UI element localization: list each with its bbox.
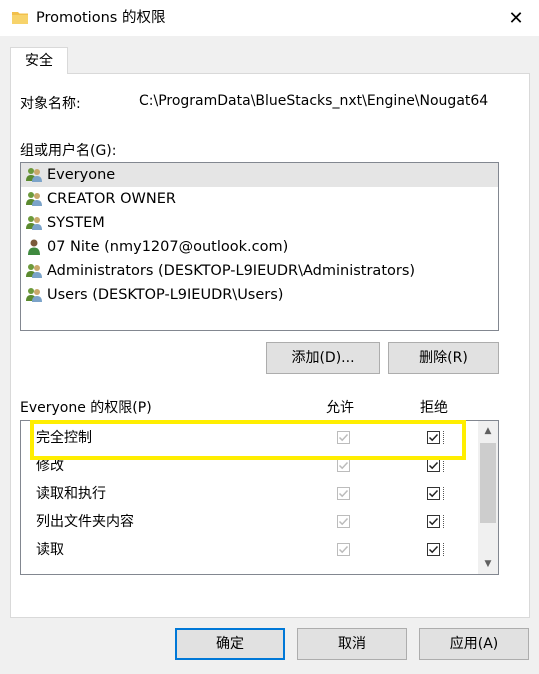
scroll-up-icon[interactable]: ▲ (478, 421, 498, 441)
group-icon (25, 214, 43, 232)
focus-dotted-edge (443, 431, 447, 444)
allow-checkbox (337, 515, 350, 528)
focus-dotted-edge (443, 487, 447, 500)
title-bar: Promotions 的权限 ✕ (0, 0, 539, 36)
list-item[interactable]: Administrators (DESKTOP-L9IEUDR\Administ… (21, 259, 498, 283)
permission-row: 读取和执行 (21, 479, 479, 507)
allow-checkbox (337, 459, 350, 472)
user-icon (25, 238, 43, 256)
list-item-label: CREATOR OWNER (47, 191, 176, 207)
allow-checkbox (337, 543, 350, 556)
deny-checkbox[interactable] (427, 459, 440, 472)
list-item[interactable]: Everyone (21, 163, 498, 187)
group-user-list[interactable]: Everyone CREATOR OWNER SYSTEM 07 Nite (nmy1… (20, 162, 499, 331)
list-item-label: SYSTEM (47, 215, 105, 231)
window-title: Promotions 的权限 (36, 10, 166, 26)
close-button[interactable]: ✕ (493, 0, 539, 36)
permission-name: 列出文件夹内容 (36, 514, 134, 530)
deny-checkbox[interactable] (427, 431, 440, 444)
permission-row: 修改 (21, 451, 479, 479)
allow-checkbox (337, 487, 350, 500)
cancel-button[interactable]: 取消 (297, 628, 407, 660)
list-item[interactable]: 07 Nite (nmy1207@outlook.com) (21, 235, 498, 259)
list-item[interactable]: CREATOR OWNER (21, 187, 498, 211)
deny-checkbox[interactable] (427, 515, 440, 528)
object-name-label: 对象名称: (20, 96, 81, 112)
close-icon: ✕ (508, 7, 524, 29)
group-list-label: 组或用户名(G): (20, 143, 117, 159)
permissions-scrollbar[interactable]: ▲ ▼ (478, 421, 498, 574)
allow-column-header: 允许 (326, 400, 354, 416)
list-item[interactable]: Users (DESKTOP-L9IEUDR\Users) (21, 283, 498, 307)
permissions-label: Everyone 的权限(P) (20, 400, 152, 416)
focus-dotted-edge (443, 515, 447, 528)
permission-row: 完全控制 (21, 423, 479, 451)
scroll-thumb[interactable] (480, 443, 496, 523)
list-item[interactable]: SYSTEM (21, 211, 498, 235)
object-name-value: C:\ProgramData\BlueStacks_nxt\Engine\Nou… (139, 93, 489, 109)
permission-name: 完全控制 (36, 430, 92, 446)
add-button[interactable]: 添加(D)... (266, 342, 380, 374)
permission-name: 读取和执行 (36, 486, 106, 502)
permissions-list: 完全控制修改读取和执行列出文件夹内容 读取 ▲ ▼ (20, 420, 499, 575)
dialog-body: 安全 对象名称: C:\ProgramData\BlueStacks_nxt\E… (0, 36, 539, 674)
deny-checkbox[interactable] (427, 487, 440, 500)
focus-dotted-edge (443, 543, 447, 556)
deny-column-header: 拒绝 (420, 400, 448, 416)
deny-checkbox[interactable] (427, 543, 440, 556)
tab-security[interactable]: 安全 (10, 47, 68, 74)
group-icon (25, 262, 43, 280)
permission-name: 修改 (36, 458, 64, 474)
list-item-label: 07 Nite (nmy1207@outlook.com) (47, 239, 289, 255)
scroll-down-icon[interactable]: ▼ (478, 554, 498, 574)
group-icon (25, 286, 43, 304)
remove-button[interactable]: 删除(R) (388, 342, 499, 374)
permission-row: 列出文件夹内容 (21, 507, 479, 535)
list-item-label: Everyone (47, 167, 116, 183)
ok-button[interactable]: 确定 (175, 628, 285, 660)
focus-dotted-edge (443, 459, 447, 472)
list-item-label: Users (DESKTOP-L9IEUDR\Users) (47, 287, 284, 303)
group-icon (25, 166, 43, 184)
allow-checkbox (337, 431, 350, 444)
folder-icon (12, 12, 28, 24)
permission-name: 读取 (36, 542, 64, 558)
group-icon (25, 190, 43, 208)
apply-button[interactable]: 应用(A) (419, 628, 529, 660)
list-item-label: Administrators (DESKTOP-L9IEUDR\Administ… (47, 263, 416, 279)
permission-row: 读取 (21, 535, 479, 563)
